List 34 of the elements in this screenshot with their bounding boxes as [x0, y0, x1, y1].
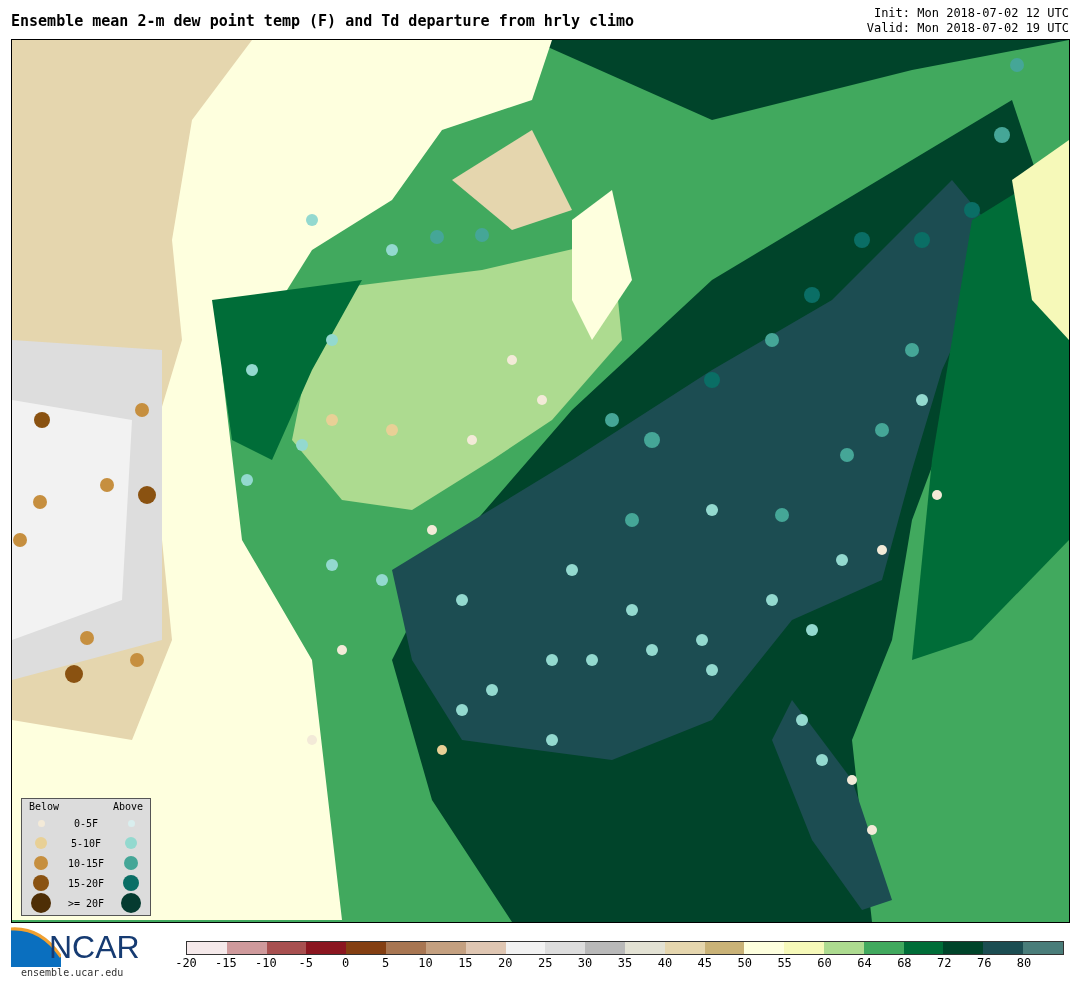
scale-tick-label: 55	[777, 957, 792, 969]
scale-tick-label: -20	[175, 957, 197, 969]
scale-tick-label: 45	[697, 957, 713, 969]
init-time: Init: Mon 2018-07-02 12 UTC	[873, 6, 1069, 21]
scale-tick-label: 35	[617, 957, 633, 969]
legend-label: 10-15F	[66, 856, 106, 871]
legend-label: 15-20F	[66, 876, 106, 891]
scale-tick-label: -5	[298, 957, 313, 969]
legend-label: 5-10F	[69, 836, 103, 851]
legend-label: 0-5F	[72, 816, 100, 831]
scale-tick-label: 25	[537, 957, 553, 969]
scale-tick-label: 68	[897, 957, 912, 969]
scale-tick-label: 40	[657, 957, 673, 969]
scale-tick-label: 76	[976, 957, 992, 969]
scale-tick-label: 30	[577, 957, 593, 969]
scale-tick-label: 10	[418, 957, 433, 969]
scale-tick-label: 0	[342, 957, 350, 969]
scale-tick-label: 64	[857, 957, 872, 969]
scale-tick-label: -15	[215, 957, 237, 969]
scale-tick-label: 50	[737, 957, 752, 969]
legend-heading: Below	[29, 801, 60, 813]
logo-text: NCAR	[49, 931, 140, 963]
scale-tick-label: 60	[817, 957, 832, 969]
scale-tick-label: 72	[937, 957, 952, 969]
scale-tick-label: 5	[381, 957, 390, 969]
legend-heading: Above	[112, 801, 143, 813]
map-title: Ensemble mean 2-m dew point temp (F) and Td departure from hrly climo	[11, 14, 635, 29]
scale-tick-label: 20	[498, 957, 513, 969]
legend-label: >= 20F	[66, 896, 106, 911]
scale-tick-label: -10	[254, 957, 277, 969]
scale-tick-label: 15	[458, 957, 473, 969]
website-url: ensemble.ucar.edu	[20, 966, 125, 980]
scale-tick-label: 80	[1016, 957, 1032, 969]
valid-time: Valid: Mon 2018-07-02 19 UTC	[866, 21, 1069, 36]
